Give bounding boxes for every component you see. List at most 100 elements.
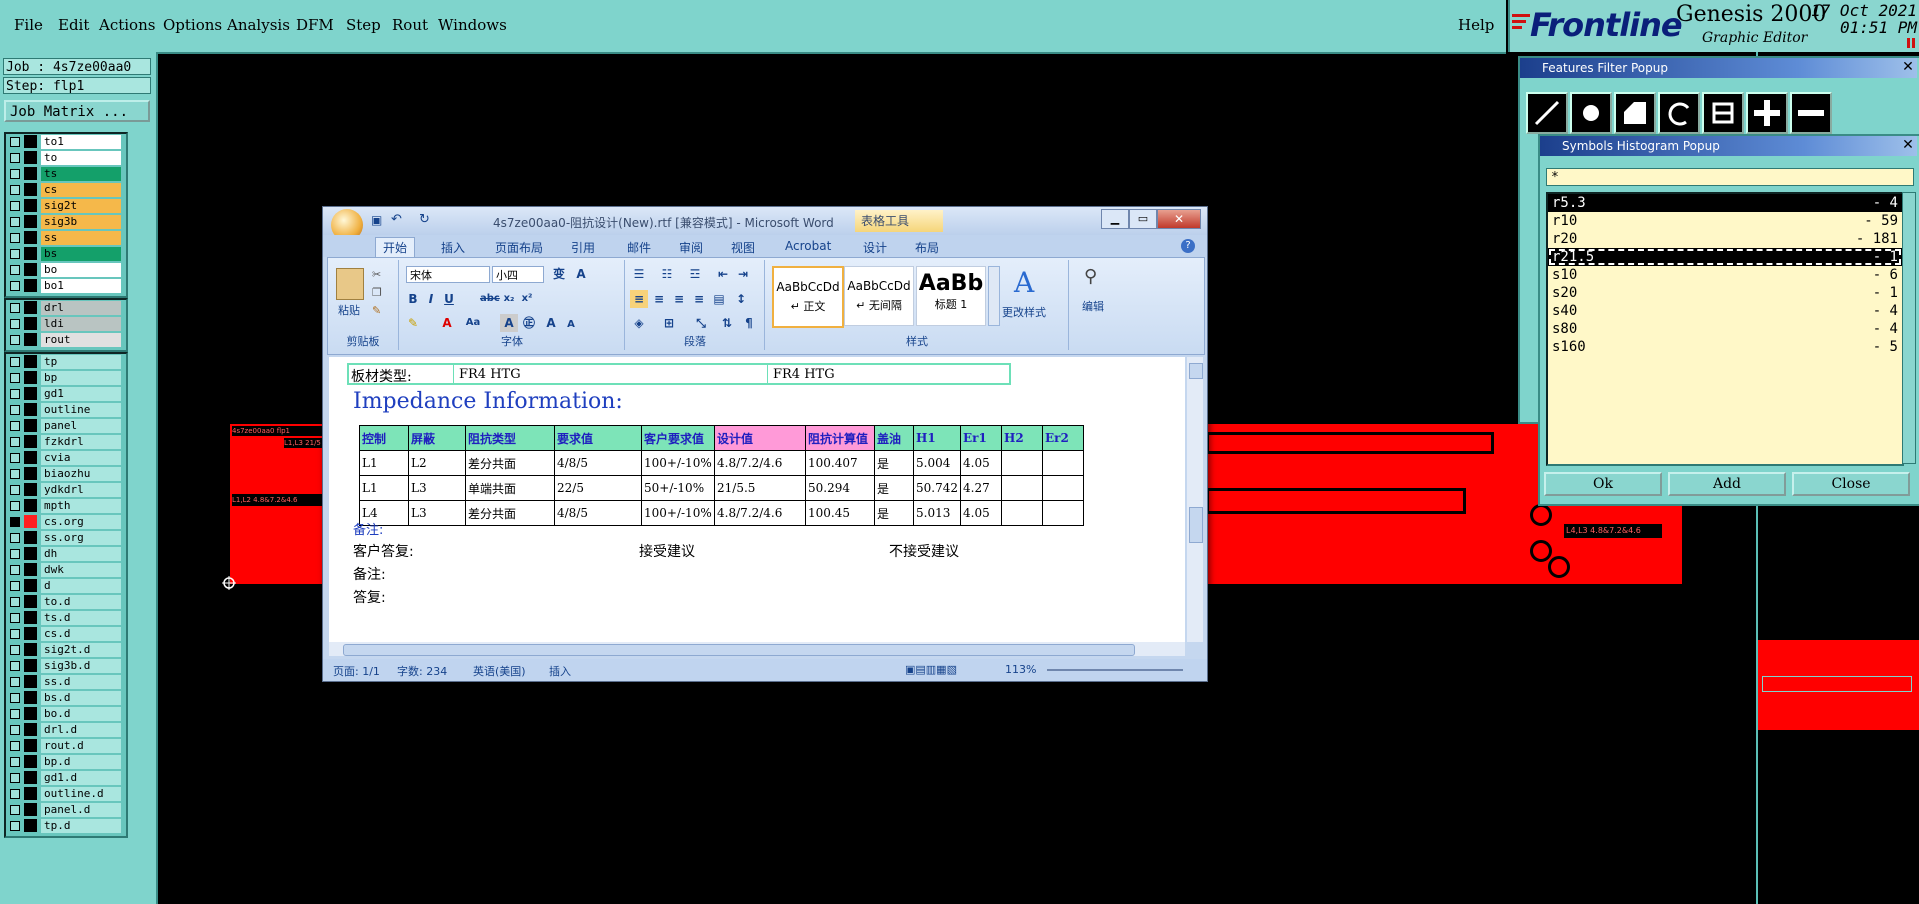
layer-affected-indicator[interactable] — [24, 627, 37, 640]
tab-layout[interactable]: 页面布局 — [495, 239, 543, 256]
table-cell[interactable]: L3 — [408, 475, 466, 501]
table-cell[interactable]: 4.05 — [960, 450, 1002, 476]
layer-name[interactable]: drl — [41, 301, 121, 315]
menu-options[interactable]: Options — [163, 16, 222, 34]
menu-file[interactable]: File — [14, 16, 43, 34]
layer-affected-indicator[interactable] — [24, 231, 37, 244]
layer-row[interactable]: ydkdrl — [6, 482, 126, 498]
layer-checkbox[interactable] — [10, 265, 20, 275]
layer-checkbox[interactable] — [10, 645, 20, 655]
layer-checkbox[interactable] — [10, 581, 20, 591]
symbol-list-scrollbar[interactable] — [1902, 192, 1916, 464]
add-button[interactable]: Add — [1668, 472, 1786, 496]
symbol-row[interactable]: s80 - 4 — [1548, 320, 1902, 338]
symbol-row[interactable]: s10 - 6 — [1548, 266, 1902, 284]
layer-affected-indicator[interactable] — [24, 707, 37, 720]
tab-table-layout[interactable]: 布局 — [915, 239, 939, 256]
table-cell[interactable]: 5.013 — [913, 500, 961, 526]
table-cell[interactable]: 4/8/5 — [554, 500, 642, 526]
layer-affected-indicator[interactable] — [24, 563, 37, 576]
layer-name[interactable]: ts — [41, 167, 121, 181]
layer-checkbox[interactable] — [10, 373, 20, 383]
subscript-icon[interactable]: x₂ — [500, 290, 518, 308]
layer-checkbox[interactable] — [10, 517, 20, 527]
layer-name[interactable]: sig3b.d — [41, 659, 121, 673]
align-right-icon[interactable]: ≡ — [670, 290, 688, 308]
layer-name[interactable]: fzkdrl — [41, 435, 121, 449]
menu-rout[interactable]: Rout — [392, 16, 428, 34]
table-cell[interactable]: 单端共面 — [465, 475, 555, 501]
layer-row[interactable]: tp — [6, 354, 126, 370]
hscroll-thumb[interactable] — [343, 644, 1135, 656]
table-cell[interactable]: 4/8/5 — [554, 450, 642, 476]
style-no-spacing[interactable]: AaBbCcDd ↵ 无间隔 — [844, 266, 914, 326]
surface-filter-button[interactable] — [1614, 92, 1656, 134]
layer-affected-indicator[interactable] — [24, 547, 37, 560]
table-cell[interactable] — [1042, 500, 1084, 526]
tab-review[interactable]: 审阅 — [679, 239, 703, 256]
table-cell[interactable]: 22/5 — [554, 475, 642, 501]
layer-checkbox[interactable] — [10, 549, 20, 559]
layer-name[interactable]: d — [41, 579, 121, 593]
layer-name[interactable]: dh — [41, 547, 121, 561]
table-cell[interactable]: 4.05 — [960, 500, 1002, 526]
layer-row[interactable]: biaozhu — [6, 466, 126, 482]
layer-affected-indicator[interactable] — [24, 755, 37, 768]
table-cell[interactable]: 4.27 — [960, 475, 1002, 501]
style-normal[interactable]: AaBbCcDd ↵ 正文 — [772, 266, 844, 328]
tab-acrobat[interactable]: Acrobat — [785, 239, 831, 253]
layer-name[interactable]: bp.d — [41, 755, 121, 769]
positive-filter-button[interactable] — [1746, 92, 1788, 134]
layer-name[interactable]: gd1 — [41, 387, 121, 401]
layer-checkbox[interactable] — [10, 469, 20, 479]
menu-help[interactable]: Help — [1458, 16, 1494, 34]
layer-checkbox[interactable] — [10, 137, 20, 147]
decrease-indent-icon[interactable]: ⇤ — [714, 265, 732, 283]
layer-affected-indicator[interactable] — [24, 675, 37, 688]
layer-affected-indicator[interactable] — [24, 739, 37, 752]
layer-affected-indicator[interactable] — [24, 355, 37, 368]
layer-checkbox[interactable] — [10, 805, 20, 815]
layer-checkbox[interactable] — [10, 421, 20, 431]
distributed-icon[interactable]: ▤ — [710, 290, 728, 308]
layer-affected-indicator[interactable] — [24, 611, 37, 624]
status-words[interactable]: 字数: 234 — [397, 663, 447, 679]
layer-row[interactable]: outline.d — [6, 786, 126, 802]
arc-filter-button[interactable] — [1658, 92, 1700, 134]
layer-row[interactable]: rout.d — [6, 738, 126, 754]
layer-affected-indicator[interactable] — [24, 691, 37, 704]
layer-checkbox[interactable] — [10, 389, 20, 399]
layer-name[interactable]: rout — [41, 333, 121, 347]
font-color-icon[interactable]: A — [438, 314, 456, 332]
layer-name[interactable]: to1 — [41, 135, 121, 149]
table-cell[interactable] — [1001, 475, 1043, 501]
undo-icon[interactable]: ↶ — [391, 212, 402, 227]
borders-icon[interactable]: ⊞ — [660, 314, 678, 332]
layer-row[interactable]: gd1 — [6, 386, 126, 402]
edit-label[interactable]: 编辑 — [1082, 298, 1104, 314]
layer-row[interactable]: tp.d — [6, 818, 126, 834]
grow-font-icon[interactable]: A — [542, 314, 560, 332]
tab-mailings[interactable]: 邮件 — [627, 239, 651, 256]
show-marks-icon[interactable]: ¶ — [740, 314, 758, 332]
layer-name[interactable]: cvia — [41, 451, 121, 465]
numbering-icon[interactable]: ☷ — [658, 265, 676, 283]
char-shading-icon[interactable]: A — [500, 314, 518, 332]
superscript-icon[interactable]: x² — [518, 290, 536, 308]
copy-icon[interactable]: ❐ — [372, 286, 382, 299]
layer-name[interactable]: panel — [41, 419, 121, 433]
change-styles-icon[interactable]: A — [1014, 266, 1034, 299]
layer-checkbox[interactable] — [10, 453, 20, 463]
justify-icon[interactable]: ≡ — [690, 290, 708, 308]
layer-affected-indicator[interactable] — [24, 387, 37, 400]
layer-affected-indicator[interactable] — [24, 483, 37, 496]
layer-row[interactable]: bp.d — [6, 754, 126, 770]
symbol-row[interactable]: r10 - 59 — [1548, 212, 1902, 230]
layer-affected-indicator[interactable] — [24, 771, 37, 784]
layer-affected-indicator[interactable] — [24, 419, 37, 432]
tab-home[interactable]: 开始 — [383, 239, 407, 256]
layer-row[interactable]: bo.d — [6, 706, 126, 722]
layer-name[interactable]: biaozhu — [41, 467, 121, 481]
layer-checkbox[interactable] — [10, 233, 20, 243]
layer-row[interactable]: to.d — [6, 594, 126, 610]
